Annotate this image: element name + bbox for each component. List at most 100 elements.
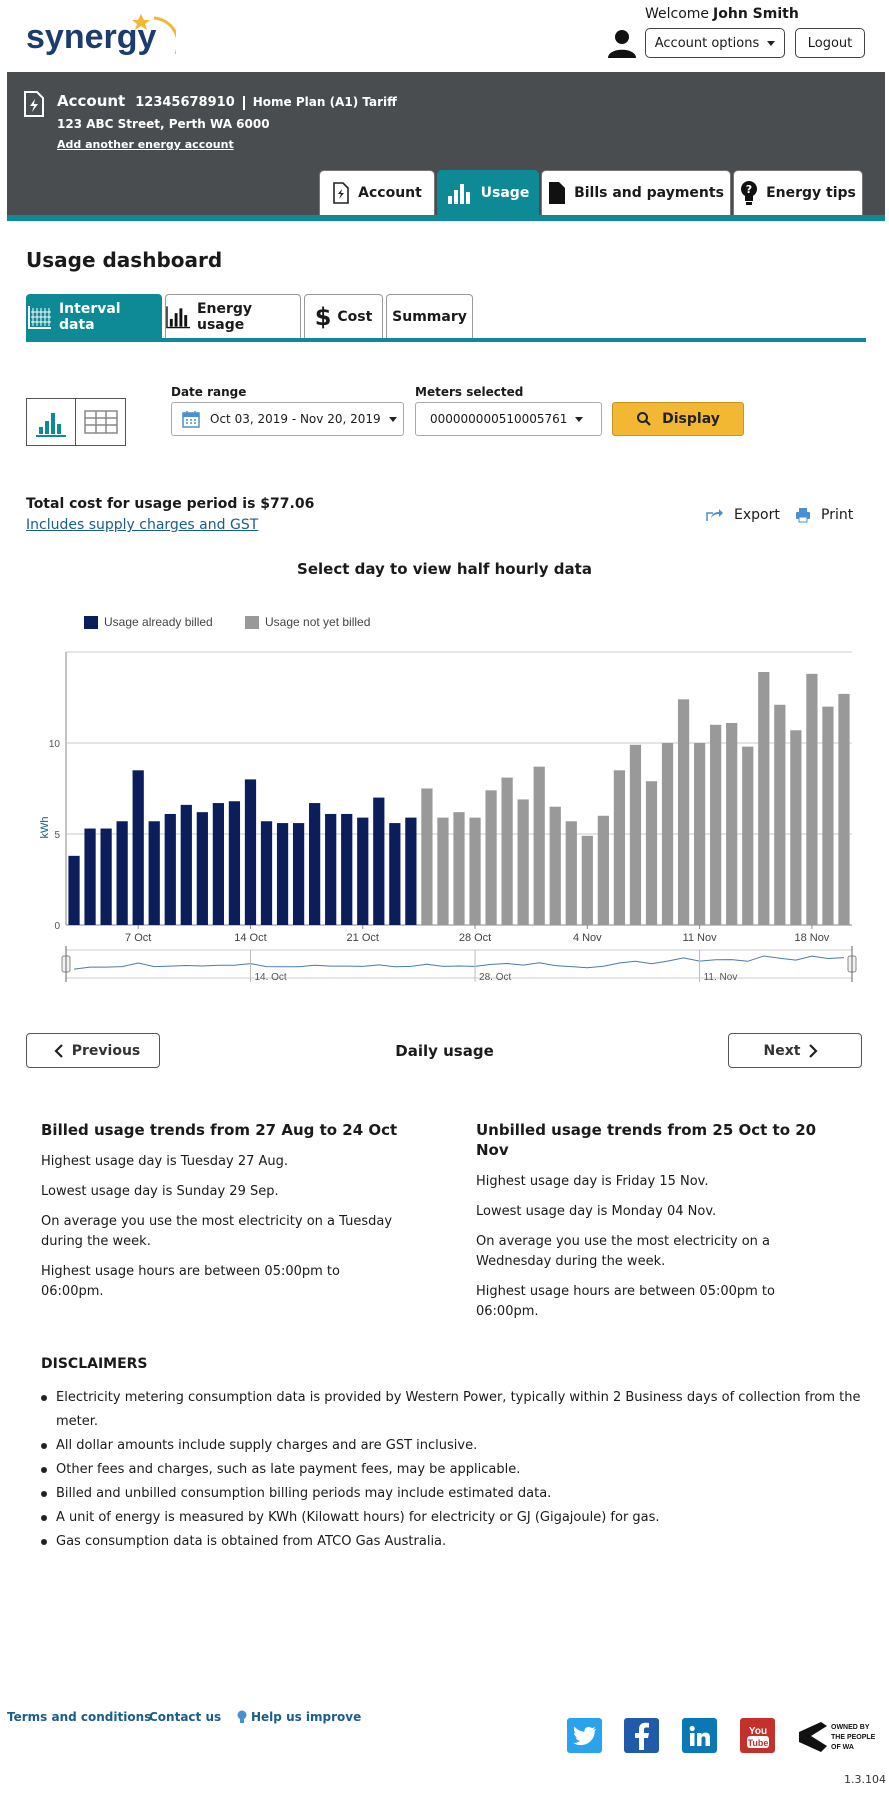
y-tick-label: 10 [49,739,61,750]
bar-billed [100,828,112,925]
unbilled-trend-line: Lowest usage day is Monday 04 Nov. [476,1204,717,1219]
subtab-energy-usage[interactable]: Energy usage [165,294,301,338]
y-axis-label: kWh [39,817,51,839]
print-button[interactable]: Print [795,507,853,523]
linkedin-icon [689,1725,710,1746]
disclaimer-item: Electricity metering consumption data is… [41,1386,861,1434]
logo-text: synergy [26,18,156,56]
bar-unbilled [774,704,786,925]
subtab-summary[interactable]: Summary [386,294,473,338]
includes-supply-link[interactable]: Includes supply charges and GST [26,517,258,533]
x-tick-label: 14 Oct [234,932,266,944]
display-label: Display [662,411,720,427]
billed-trend-line: Highest usage day is Tuesday 27 Aug. [41,1154,289,1169]
unbilled-trends-title: Unbilled usage trends from 25 Oct to 20 … [476,1121,817,1159]
legend-item-billed[interactable]: Usage already billed [84,615,213,629]
tab-bills-and-payments[interactable]: Bills and payments [541,170,731,215]
billed-trends-title: Billed usage trends from 27 Aug to 24 Oc… [41,1121,398,1139]
bar-chart-icon [166,305,191,328]
export-button[interactable]: Export [706,507,780,523]
help-improve-label: Help us improve [251,1710,362,1724]
disclaimer-item: Billed and unbilled consumption billing … [41,1482,861,1506]
tab-energy-tips[interactable]: ? Energy tips [733,170,863,215]
unbilled-trend-line: Highest usage day is Friday 15 Nov. [476,1174,709,1189]
svg-text:?: ? [746,183,752,196]
wa-government-logo: OWNED BY THE PEOPLE OF WA [799,1722,876,1752]
interval-grid-icon [27,305,51,329]
export-label: Export [734,507,780,523]
bar-unbilled [565,821,577,925]
lightbulb-icon [237,1710,247,1723]
help-improve-link[interactable]: Help us improve [237,1710,361,1724]
bar-unbilled [597,815,609,925]
disclaimer-item: All dollar amounts include supply charge… [41,1434,861,1458]
bar-unbilled [661,743,674,925]
tab-usage[interactable]: Usage [437,170,539,215]
linkedin-link[interactable] [682,1718,717,1753]
unbilled-trends: Unbilled usage trends from 25 Oct to 20 … [476,1120,836,1332]
x-tick-label: 18 Nov [794,932,829,944]
bar-unbilled [533,766,545,925]
date-range-select[interactable]: Oct 03, 2019 - Nov 20, 2019 [171,402,404,436]
date-range-label: Date range [171,385,247,399]
x-tick-label: 4 Nov [573,932,602,944]
tab-account[interactable]: Account [319,170,435,215]
bar-unbilled [790,730,802,925]
logout-button[interactable]: Logout [795,28,865,58]
chart-view-button[interactable] [27,399,76,445]
account-options-label: Account options [654,35,760,51]
subtab-summary-label: Summary [392,308,467,325]
terms-link[interactable]: Terms and conditions [7,1710,151,1724]
bar-billed [180,804,192,925]
meters-select[interactable]: 000000000510005761 [415,402,602,436]
twitter-link[interactable] [567,1718,602,1753]
legend-item-unbilled[interactable]: Usage not yet billed [245,615,370,629]
account-label: Account [57,92,126,110]
unbilled-trend-line: On average you use the most electricity … [476,1234,770,1269]
legend-swatch-billed [84,615,98,629]
facebook-link[interactable] [624,1718,659,1753]
display-button[interactable]: Display [612,402,744,436]
document-bolt-icon [333,182,349,204]
chevron-down-icon [767,40,776,46]
user-name: John Smith [713,6,799,22]
daily-usage-chart: 0 5 10 kWh 7 Oct 14 Oct 21 Oct 28 Oct 4 Nov 11 No… [39,651,857,983]
subtab-interval-data[interactable]: Interval data [26,294,162,338]
table-icon [83,410,118,434]
meters-value: 000000000510005761 [430,412,568,426]
bar-billed [164,813,176,925]
contact-link[interactable]: Contact us [149,1710,221,1724]
x-tick-label: 28 Oct [459,932,491,944]
subtab-underline [26,338,866,342]
bar-billed [260,821,273,925]
youtube-icon: You Tube [746,1726,769,1748]
next-button[interactable]: Next [728,1033,862,1068]
account-options-button[interactable]: Account options [645,28,785,58]
twitter-icon [572,1726,596,1745]
bar-billed [292,823,305,925]
owned-line1: OWNED BY [831,1724,870,1731]
y-tick-label: 5 [54,830,60,841]
bar-chart-icon [36,413,66,437]
bar-billed [341,813,353,925]
svg-text:You: You [748,1726,766,1737]
billed-trend-line: On average you use the most electricity … [41,1214,393,1249]
youtube-link[interactable]: You Tube [740,1718,775,1753]
account-summary-line: Account 12345678910 Home Plan (A1) Tariff [57,92,397,110]
bar-billed [373,797,385,925]
tab-energy-tips-label: Energy tips [766,185,856,201]
chevron-down-icon [388,416,397,422]
user-icon [608,30,636,58]
billed-trend-line: Lowest usage day is Sunday 29 Sep. [41,1184,279,1199]
svg-text:Tube: Tube [747,1738,768,1748]
bar-billed [68,855,80,925]
owned-line2: THE PEOPLE [831,1734,876,1741]
table-view-button[interactable] [76,399,125,445]
legend-label-billed: Usage already billed [104,615,213,629]
billed-trends: Billed usage trends from 27 Aug to 24 Oc… [41,1120,401,1312]
add-energy-account-link[interactable]: Add another energy account [57,138,234,151]
synergy-logo[interactable]: synergy [26,6,176,66]
bar-billed [309,803,321,925]
bar-unbilled [710,724,722,925]
subtab-cost[interactable]: $ Cost [304,294,383,338]
